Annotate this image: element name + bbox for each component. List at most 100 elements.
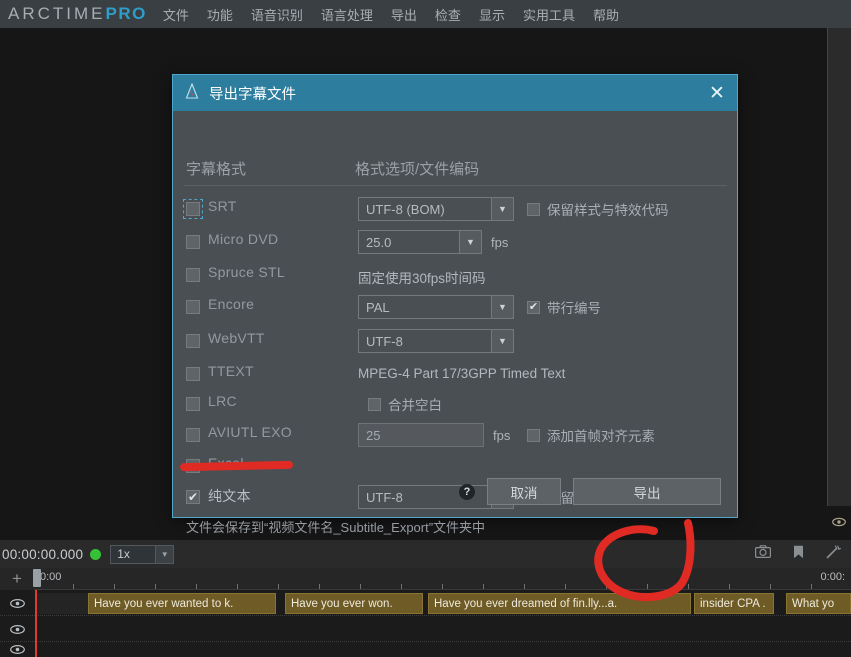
dialog-title-bar: 导出字幕文件 ✕ (173, 75, 737, 111)
dialog-footer: ? 取消 导出 (173, 478, 739, 505)
format-label-aviutl-exo: AVIUTL EXO (208, 424, 292, 440)
playback-speed-value[interactable]: 1x (110, 544, 157, 564)
checkbox-add-first-frame-align[interactable] (527, 428, 540, 442)
menu-item-check[interactable]: 检查 (433, 3, 463, 26)
playhead-grip[interactable] (33, 569, 41, 587)
export-button[interactable]: 导出 (573, 478, 721, 505)
right-panel-eye-icon[interactable] (827, 512, 851, 532)
chevron-down-icon[interactable]: ▼ (491, 198, 513, 220)
note-ttext: MPEG-4 Part 17/3GPP Timed Text (358, 366, 566, 381)
subtitle-block[interactable]: Have you ever dreamed of fin.lly...a. (428, 593, 691, 614)
format-label-excel: Excel (208, 455, 244, 471)
playback-speed-chevron-down-icon[interactable]: ▼ (156, 544, 175, 564)
magic-wand-icon[interactable] (826, 545, 841, 564)
option-label-line-numbers: 带行编号 (547, 301, 601, 316)
record-dot-icon[interactable] (90, 548, 102, 560)
checkbox-aviutl-exo[interactable] (186, 428, 200, 442)
checkbox-micro-dvd[interactable] (186, 235, 200, 249)
format-row-spruce-stl[interactable]: Spruce STL 固定使用30fps时间码 (186, 261, 731, 294)
subtitle-block[interactable]: Have you ever won. (285, 593, 423, 614)
checkbox-line-numbers[interactable] (527, 300, 540, 314)
menu-item-file[interactable]: 文件 (161, 3, 191, 26)
camera-icon[interactable] (755, 545, 772, 563)
cancel-button[interactable]: 取消 (487, 478, 561, 505)
format-row-aviutl-exo[interactable]: AVIUTL EXO 25 fps 添加首帧对齐元素 (186, 421, 731, 454)
checkbox-keep-style-effects[interactable] (527, 202, 540, 216)
timeline-track-third[interactable] (0, 642, 851, 657)
menu-item-utilities[interactable]: 实用工具 (521, 3, 577, 26)
transport-bar: 00:00:00.000 1x ▼ (0, 540, 851, 568)
timeline-ruler[interactable]: + 0:00 0:00: (0, 568, 851, 590)
timeline-track-second[interactable] (0, 616, 851, 642)
checkbox-merge-blank[interactable] (368, 397, 381, 411)
menu-bar: ARCTIMEPRO 文件 功能 语音识别 语言处理 导出 检查 显示 实用工具… (0, 0, 851, 28)
format-row-micro-dvd[interactable]: Micro DVD 25.0 ▼ fps (186, 228, 731, 261)
option-label-merge-blank: 合并空白 (388, 398, 442, 413)
right-side-panel[interactable] (827, 28, 851, 506)
format-label-micro-dvd: Micro DVD (208, 231, 279, 247)
format-label-spruce-stl: Spruce STL (208, 264, 285, 280)
option-lrc-merge-blank[interactable]: 合并空白 (368, 394, 442, 414)
format-row-encore[interactable]: Encore PAL ▼ 带行编号 (186, 293, 731, 326)
format-label-lrc: LRC (208, 393, 237, 409)
chevron-down-icon[interactable]: ▼ (459, 231, 481, 253)
timeline-track-subtitles[interactable]: Have you ever wanted to k. Have you ever… (0, 590, 851, 616)
format-row-srt[interactable]: SRT UTF-8 (BOM) ▼ 保留样式与特效代码 (183, 195, 731, 228)
standard-value-encore: PAL (366, 299, 390, 315)
fps-combo-micro-dvd[interactable]: 25.0 ▼ (358, 230, 482, 254)
menu-item-help[interactable]: 帮助 (591, 3, 621, 26)
menu-item-speech-recognition[interactable]: 语音识别 (249, 3, 305, 26)
subtitle-block[interactable]: Have you ever wanted to k. (88, 593, 276, 614)
format-label-ttext: TTEXT (208, 363, 254, 379)
fps-value-micro-dvd: 25.0 (366, 234, 392, 250)
subtitle-block[interactable]: What yo (786, 593, 851, 614)
format-row-lrc[interactable]: LRC 合并空白 (186, 390, 731, 423)
help-icon[interactable]: ? (459, 483, 475, 500)
track-eye-icon[interactable] (0, 590, 34, 616)
format-label-webvtt: WebVTT (208, 330, 265, 346)
bookmark-icon[interactable] (793, 545, 804, 564)
current-timecode: 00:00:00.000 (2, 546, 84, 562)
app-root: ARCTIMEPRO 文件 功能 语音识别 语言处理 导出 检查 显示 实用工具… (0, 0, 851, 657)
format-label-encore: Encore (208, 296, 255, 312)
column-header-format: 字幕格式 (186, 161, 247, 178)
encoding-value-srt: UTF-8 (BOM) (366, 201, 445, 217)
format-row-webvtt[interactable]: WebVTT UTF-8 ▼ (186, 327, 731, 360)
export-subtitle-dialog: 导出字幕文件 ✕ 字幕格式 格式选项/文件编码 SRT UTF-8 (BOM) … (172, 74, 739, 535)
standard-combo-encore[interactable]: PAL ▼ (358, 295, 514, 319)
menu-item-export[interactable]: 导出 (389, 3, 419, 26)
timeline: + 0:00 0:00: Have you ever wanted to k. … (0, 568, 851, 657)
checkbox-srt[interactable] (183, 199, 203, 219)
checkbox-ttext[interactable] (186, 367, 200, 381)
save-location-note: 文件会保存到“视频文件名_Subtitle_Export”文件夹中 (186, 520, 486, 535)
option-label-add-first-frame-align: 添加首帧对齐元素 (547, 429, 655, 444)
track-eye-icon[interactable] (0, 642, 34, 657)
menu-item-function[interactable]: 功能 (205, 3, 235, 26)
column-header-options: 格式选项/文件编码 (355, 161, 480, 178)
encoding-combo-webvtt[interactable]: UTF-8 ▼ (358, 329, 514, 353)
chevron-down-icon[interactable]: ▼ (491, 296, 513, 318)
format-label-srt: SRT (208, 198, 237, 214)
arctime-logo-icon (185, 81, 199, 104)
chevron-down-icon[interactable]: ▼ (491, 330, 513, 352)
close-icon[interactable]: ✕ (705, 84, 729, 103)
checkbox-spruce-stl[interactable] (186, 268, 200, 282)
option-encore-line-numbers[interactable]: 带行编号 (527, 297, 601, 317)
menu-item-display[interactable]: 显示 (477, 3, 507, 26)
checkbox-excel[interactable] (186, 459, 200, 473)
logo-pro: PRO (105, 4, 147, 23)
track-eye-icon[interactable] (0, 616, 34, 642)
format-row-ttext[interactable]: TTEXT MPEG-4 Part 17/3GPP Timed Text (186, 360, 731, 393)
encoding-combo-srt[interactable]: UTF-8 (BOM) ▼ (358, 197, 514, 221)
subtitle-block[interactable]: insider CPA . (694, 593, 774, 614)
option-srt-keep-style[interactable]: 保留样式与特效代码 (527, 199, 669, 219)
checkbox-lrc[interactable] (186, 397, 200, 411)
checkbox-encore[interactable] (186, 300, 200, 314)
menu-item-language-processing[interactable]: 语言处理 (319, 3, 375, 26)
add-track-plus-icon[interactable]: + (0, 568, 34, 590)
header-divider (184, 185, 727, 186)
fps-input-aviutl-exo[interactable]: 25 (358, 423, 484, 447)
option-aviutl-first-frame[interactable]: 添加首帧对齐元素 (527, 425, 655, 445)
checkbox-webvtt[interactable] (186, 334, 200, 348)
dialog-title: 导出字幕文件 (209, 86, 296, 103)
